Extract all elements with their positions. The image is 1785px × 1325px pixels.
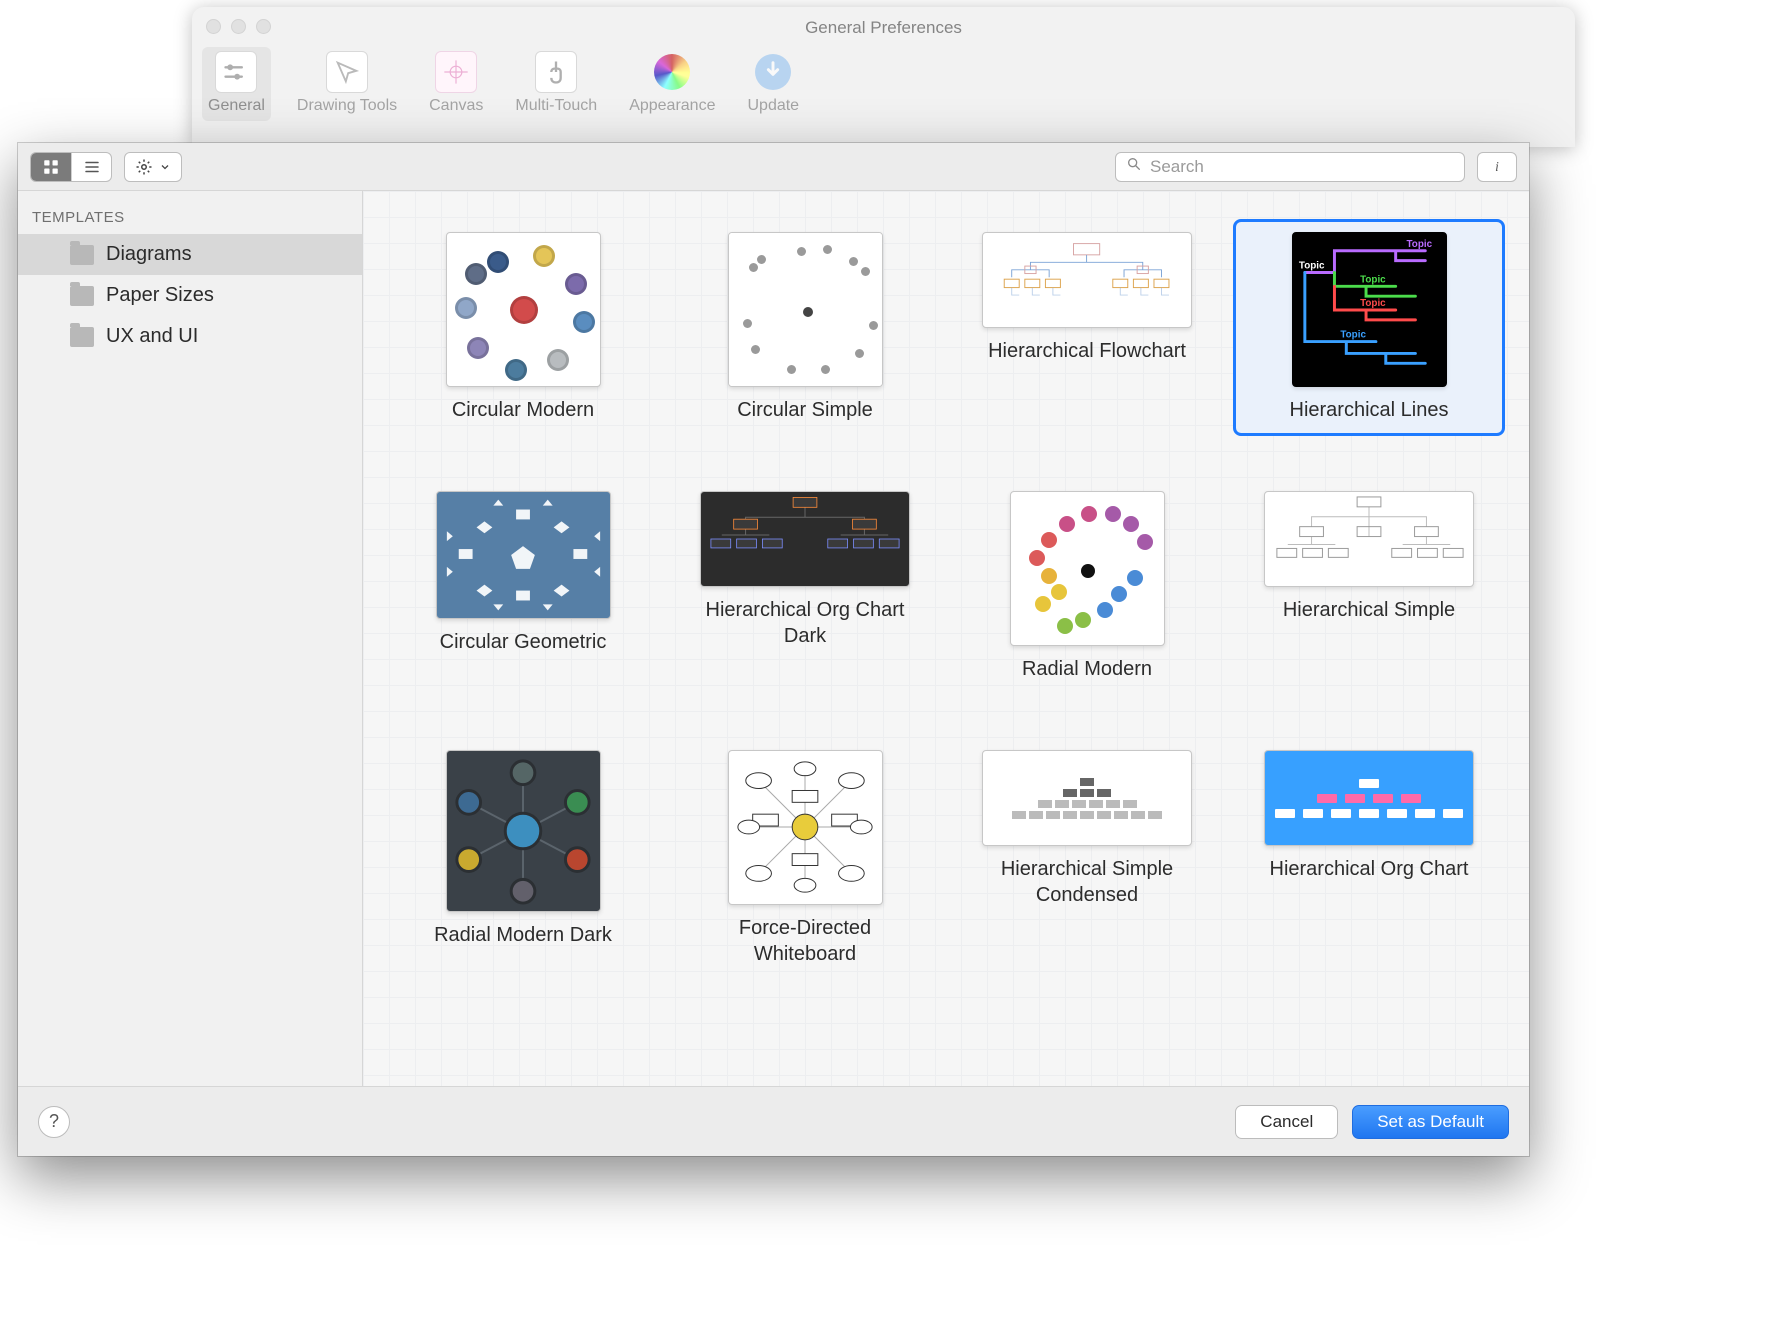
zoom-icon[interactable] [256, 19, 271, 34]
window-title: General Preferences [805, 16, 962, 38]
tab-drawing-tools[interactable]: Drawing Tools [291, 47, 403, 121]
sidebar-item-label: Paper Sizes [106, 284, 214, 307]
sheet-footer: ? Cancel Set as Default [18, 1086, 1529, 1156]
template-thumbnail [446, 750, 601, 912]
template-chooser-sheet: i TEMPLATES Diagrams Paper Sizes UX and … [18, 143, 1529, 1156]
template-thumbnail [728, 232, 883, 387]
template-thumbnail [1264, 491, 1474, 587]
preferences-toolbar: General Drawing Tools Canvas Multi-Touch… [192, 47, 1575, 121]
template-thumbnail [728, 750, 883, 905]
template-thumbnail [1010, 491, 1165, 646]
search-field[interactable] [1115, 152, 1465, 182]
sidebar-item-diagrams[interactable]: Diagrams [18, 234, 362, 275]
list-view-button[interactable] [71, 153, 111, 181]
template-label: Hierarchical Simple Condensed [967, 856, 1207, 908]
template-circular-modern[interactable]: Circular Modern [387, 219, 659, 436]
template-hierarchical-org-chart[interactable]: Hierarchical Org Chart [1233, 737, 1505, 980]
template-thumbnail [982, 232, 1192, 328]
template-label: Radial Modern [1022, 656, 1152, 682]
tab-canvas[interactable]: Canvas [423, 47, 489, 121]
tab-appearance[interactable]: Appearance [623, 47, 721, 121]
svg-text:Topic: Topic [1360, 274, 1386, 285]
sidebar-item-label: UX and UI [106, 325, 198, 348]
grid-icon [42, 158, 60, 176]
template-label: Hierarchical Flowchart [988, 338, 1186, 364]
template-force-directed-whiteboard[interactable]: Force-Directed Whiteboard [669, 737, 941, 980]
template-hierarchical-flowchart[interactable]: Hierarchical Flowchart [951, 219, 1223, 436]
template-hierarchical-lines[interactable]: Topic Topic Topic Topic Topic Hierarchic… [1233, 219, 1505, 436]
search-icon [1126, 156, 1142, 177]
help-icon: ? [49, 1111, 59, 1132]
template-label: Circular Geometric [440, 629, 607, 655]
sidebar-item-paper-sizes[interactable]: Paper Sizes [18, 275, 362, 316]
template-hierarchical-simple[interactable]: Hierarchical Simple [1233, 478, 1505, 695]
template-radial-modern-dark[interactable]: Radial Modern Dark [387, 737, 659, 980]
template-label: Circular Simple [737, 397, 873, 423]
template-label: Hierarchical Org Chart [1270, 856, 1469, 882]
download-icon [755, 54, 791, 90]
info-icon: i [1495, 159, 1499, 175]
set-default-button[interactable]: Set as Default [1352, 1105, 1509, 1139]
template-thumbnail [1264, 750, 1474, 846]
view-mode-segment [30, 152, 112, 182]
sidebar-item-label: Diagrams [106, 243, 192, 266]
svg-text:Topic: Topic [1340, 330, 1366, 341]
folder-icon [70, 286, 94, 306]
template-hierarchical-org-dark[interactable]: Hierarchical Org Chart Dark [669, 478, 941, 695]
template-label: Force-Directed Whiteboard [685, 915, 925, 967]
svg-text:Topic: Topic [1406, 239, 1432, 250]
template-label: Hierarchical Org Chart Dark [685, 597, 925, 649]
preferences-window: General Preferences General Drawing Tool… [192, 7, 1575, 147]
template-label: Radial Modern Dark [434, 922, 612, 948]
template-radial-modern[interactable]: Radial Modern [951, 478, 1223, 695]
cancel-button[interactable]: Cancel [1235, 1105, 1338, 1139]
template-circular-simple[interactable]: Circular Simple [669, 219, 941, 436]
sheet-toolbar: i [18, 143, 1529, 191]
sidebar-header: TEMPLATES [18, 209, 362, 234]
gear-icon [135, 158, 153, 176]
svg-text:Topic: Topic [1298, 261, 1324, 272]
template-thumbnail [982, 750, 1192, 846]
color-wheel-icon [654, 54, 690, 90]
list-icon [83, 158, 101, 176]
minimize-icon[interactable] [231, 19, 246, 34]
template-label: Hierarchical Lines [1290, 397, 1449, 423]
template-thumbnail [446, 232, 601, 387]
sidebar: TEMPLATES Diagrams Paper Sizes UX and UI [18, 191, 363, 1086]
template-label: Hierarchical Simple [1283, 597, 1455, 623]
folder-icon [70, 245, 94, 265]
tab-multi-touch[interactable]: Multi-Touch [509, 47, 603, 121]
template-label: Circular Modern [452, 397, 594, 423]
template-hierarchical-simple-condensed[interactable]: Hierarchical Simple Condensed [951, 737, 1223, 980]
folder-icon [70, 327, 94, 347]
grid-view-button[interactable] [31, 153, 71, 181]
search-input[interactable] [1150, 157, 1454, 177]
template-thumbnail [700, 491, 910, 587]
sidebar-item-ux-ui[interactable]: UX and UI [18, 316, 362, 357]
window-controls [206, 19, 271, 34]
chevron-down-icon [159, 161, 171, 173]
template-gallery[interactable]: Circular Modern Circular Simple [363, 191, 1529, 1086]
tab-general[interactable]: General [202, 47, 271, 121]
help-button[interactable]: ? [38, 1106, 70, 1138]
tab-update[interactable]: Update [741, 47, 805, 121]
template-thumbnail [436, 491, 611, 619]
action-menu-button[interactable] [124, 152, 182, 182]
template-thumbnail: Topic Topic Topic Topic Topic [1292, 232, 1447, 387]
svg-text:Topic: Topic [1360, 298, 1386, 309]
template-circular-geometric[interactable]: Circular Geometric [387, 478, 659, 695]
info-button[interactable]: i [1477, 152, 1517, 182]
close-icon[interactable] [206, 19, 221, 34]
